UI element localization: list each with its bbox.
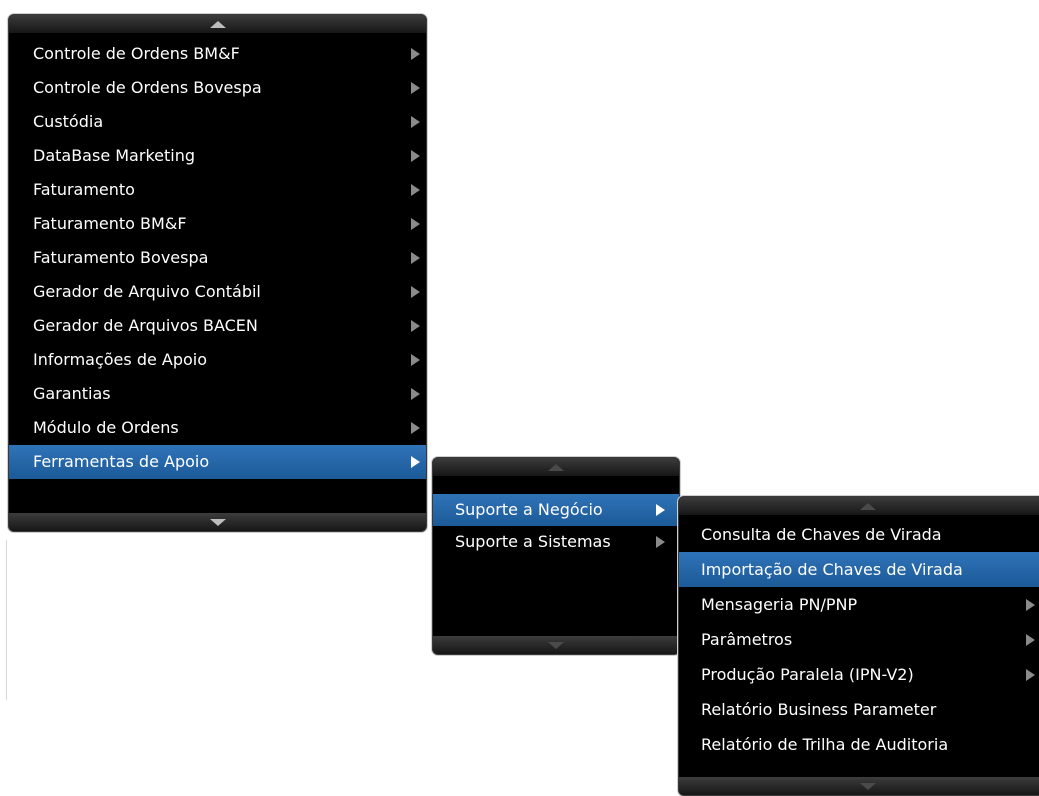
triangle-down-icon xyxy=(548,641,564,649)
scroll-down-button[interactable] xyxy=(433,636,679,654)
menu-item-label: Controle de Ordens BM&F xyxy=(33,44,240,63)
chevron-right-icon xyxy=(411,184,420,196)
chevron-right-icon xyxy=(656,504,665,516)
chevron-right-icon xyxy=(1026,633,1035,646)
chevron-right-icon xyxy=(411,48,420,60)
menu-item-garantias[interactable]: Garantias xyxy=(9,377,426,411)
menu-item-label: Relatório de Trilha de Auditoria xyxy=(701,735,949,754)
chevron-right-icon xyxy=(411,150,420,162)
chevron-right-icon xyxy=(411,252,420,264)
menu-item-modulo-ordens[interactable]: Módulo de Ordens xyxy=(9,411,426,445)
menu-item-ferramentas-apoio[interactable]: Ferramentas de Apoio xyxy=(9,445,426,479)
menu-item-label: Garantias xyxy=(33,384,111,403)
submenu-items: Consulta de Chaves de Virada Importação … xyxy=(679,517,1039,762)
submenu-items: Suporte a Negócio Suporte a Sistemas xyxy=(433,494,679,558)
main-menu: Controle de Ordens BM&F Controle de Orde… xyxy=(8,14,427,532)
menu-item-label: Faturamento BM&F xyxy=(33,214,187,233)
menu-item-controle-ordens-bovespa[interactable]: Controle de Ordens Bovespa xyxy=(9,71,426,105)
triangle-up-icon xyxy=(209,20,226,28)
menu-item-label: Suporte a Negócio xyxy=(455,500,603,519)
triangle-down-icon xyxy=(209,518,226,526)
menu-item-faturamento[interactable]: Faturamento xyxy=(9,173,426,207)
menu-item-label: Mensageria PN/PNP xyxy=(701,595,858,614)
chevron-right-icon xyxy=(411,116,420,128)
menu-item-faturamento-bovespa[interactable]: Faturamento Bovespa xyxy=(9,241,426,275)
chevron-right-icon xyxy=(656,536,665,548)
menu-item-mensageria-pn-pnp[interactable]: Mensageria PN/PNP xyxy=(679,587,1039,622)
menu-item-label: Gerador de Arquivo Contábil xyxy=(33,282,261,301)
scroll-up-button[interactable] xyxy=(679,497,1039,515)
chevron-right-icon xyxy=(411,286,420,298)
scroll-down-button[interactable] xyxy=(679,777,1039,795)
menu-item-label: Informações de Apoio xyxy=(33,350,208,369)
window-edge xyxy=(6,540,7,700)
menu-item-label: DataBase Marketing xyxy=(33,146,195,165)
menu-item-label: Parâmetros xyxy=(701,630,793,649)
menu-item-faturamento-bmf[interactable]: Faturamento BM&F xyxy=(9,207,426,241)
triangle-up-icon xyxy=(860,502,876,510)
menu-item-suporte-sistemas[interactable]: Suporte a Sistemas xyxy=(433,526,679,558)
menu-item-relatorio-business-parameter[interactable]: Relatório Business Parameter xyxy=(679,692,1039,727)
menu-item-label: Gerador de Arquivos BACEN xyxy=(33,316,258,335)
chevron-right-icon xyxy=(411,82,420,94)
submenu-suporte-negocio: Consulta de Chaves de Virada Importação … xyxy=(678,496,1039,796)
menu-item-label: Faturamento xyxy=(33,180,135,199)
chevron-right-icon xyxy=(1026,598,1035,611)
main-menu-items: Controle de Ordens BM&F Controle de Orde… xyxy=(9,37,426,479)
menu-item-label: Ferramentas de Apoio xyxy=(33,452,210,471)
menu-item-informacoes-apoio[interactable]: Informações de Apoio xyxy=(9,343,426,377)
menu-item-label: Módulo de Ordens xyxy=(33,418,179,437)
menu-item-parametros[interactable]: Parâmetros xyxy=(679,622,1039,657)
submenu-ferramentas-apoio: Suporte a Negócio Suporte a Sistemas xyxy=(432,457,680,655)
menu-item-label: Faturamento Bovespa xyxy=(33,248,209,267)
menu-item-relatorio-trilha-auditoria[interactable]: Relatório de Trilha de Auditoria xyxy=(679,727,1039,762)
menu-item-gerador-arquivos-bacen[interactable]: Gerador de Arquivos BACEN xyxy=(9,309,426,343)
chevron-right-icon xyxy=(411,218,420,230)
triangle-up-icon xyxy=(548,463,564,471)
menu-item-label: Controle de Ordens Bovespa xyxy=(33,78,262,97)
triangle-down-icon xyxy=(860,782,876,790)
menu-item-database-marketing[interactable]: DataBase Marketing xyxy=(9,139,426,173)
chevron-right-icon xyxy=(411,422,420,434)
chevron-right-icon xyxy=(411,388,420,400)
menu-item-label: Suporte a Sistemas xyxy=(455,532,611,551)
menu-item-label: Importação de Chaves de Virada xyxy=(701,560,963,579)
menu-item-label: Consulta de Chaves de Virada xyxy=(701,525,942,544)
menu-item-gerador-arquivo-contabil[interactable]: Gerador de Arquivo Contábil xyxy=(9,275,426,309)
menu-item-importacao-chaves-virada[interactable]: Importação de Chaves de Virada xyxy=(679,552,1039,587)
menu-item-label: Custódia xyxy=(33,112,104,131)
chevron-right-icon xyxy=(1026,668,1035,681)
menu-item-label: Produção Paralela (IPN-V2) xyxy=(701,665,914,684)
menu-item-suporte-negocio[interactable]: Suporte a Negócio xyxy=(433,494,679,526)
scroll-up-button[interactable] xyxy=(433,458,679,476)
scroll-down-button[interactable] xyxy=(9,513,426,531)
chevron-right-icon xyxy=(411,456,420,468)
menu-item-custodia[interactable]: Custódia xyxy=(9,105,426,139)
menu-item-label: Relatório Business Parameter xyxy=(701,700,937,719)
scroll-up-button[interactable] xyxy=(9,15,426,33)
menu-item-producao-paralela[interactable]: Produção Paralela (IPN-V2) xyxy=(679,657,1039,692)
menu-item-consulta-chaves-virada[interactable]: Consulta de Chaves de Virada xyxy=(679,517,1039,552)
chevron-right-icon xyxy=(411,320,420,332)
menu-item-controle-ordens-bmf[interactable]: Controle de Ordens BM&F xyxy=(9,37,426,71)
chevron-right-icon xyxy=(411,354,420,366)
